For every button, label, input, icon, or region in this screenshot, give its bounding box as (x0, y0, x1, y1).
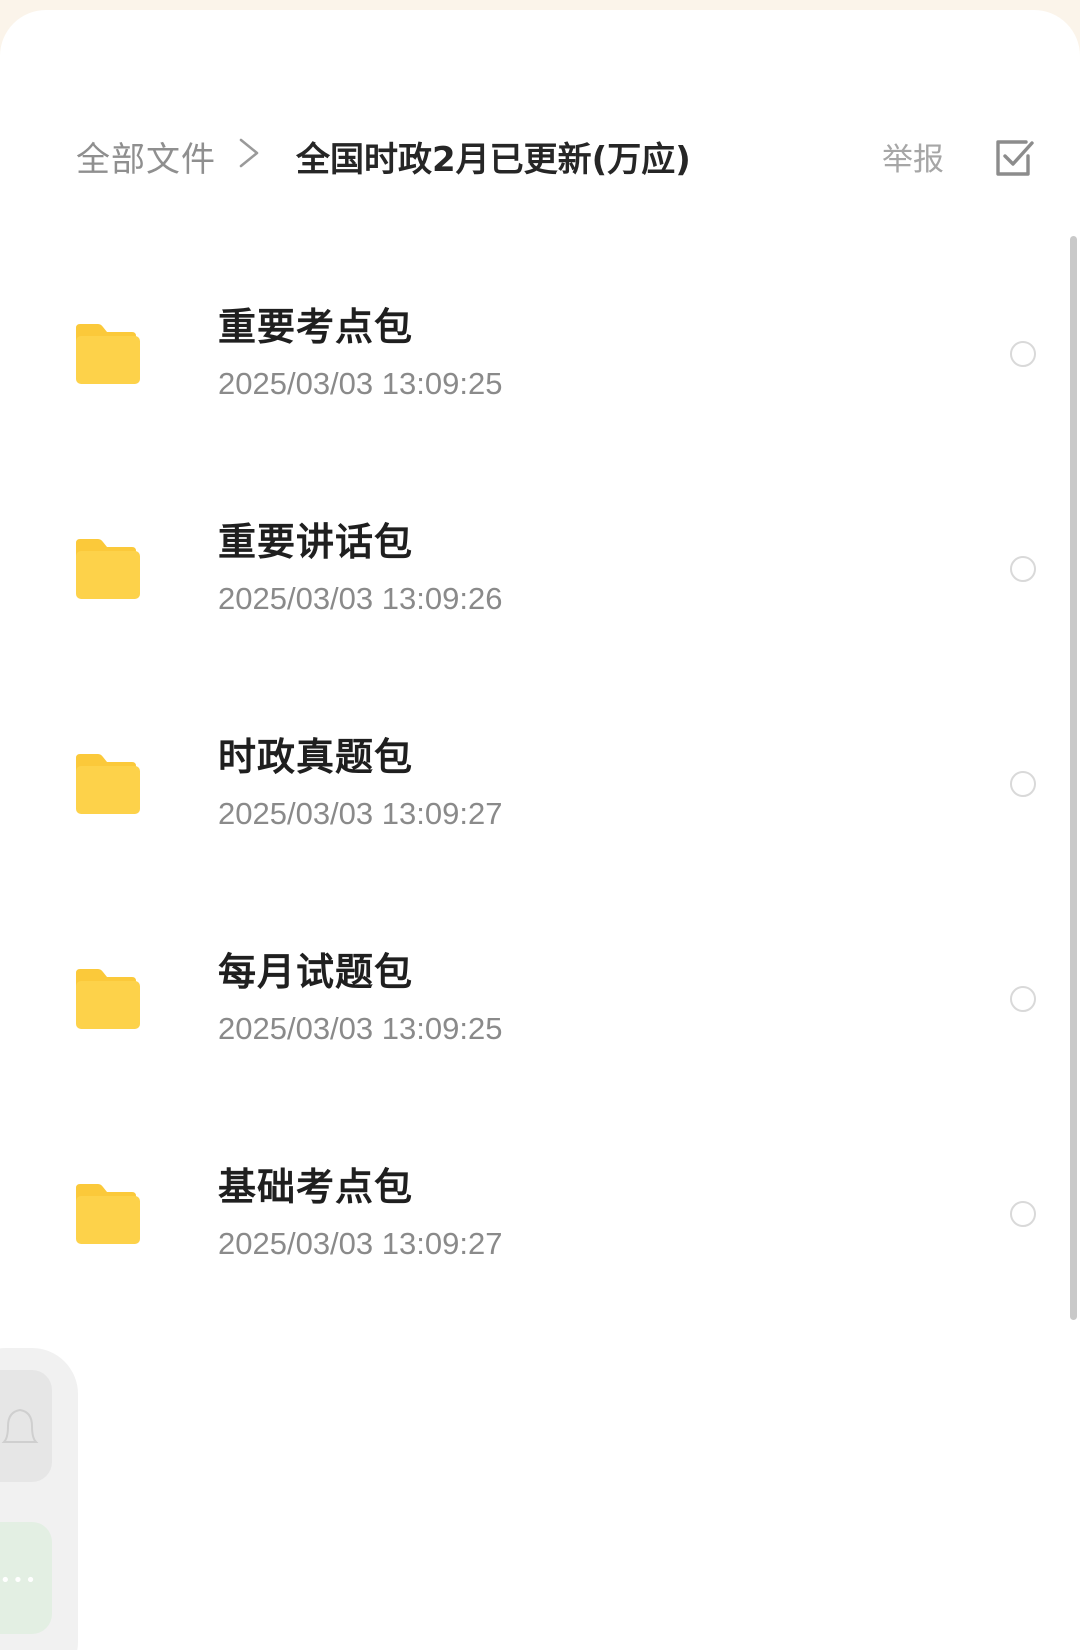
floating-action-button[interactable] (0, 1370, 52, 1482)
folder-icon (76, 539, 140, 599)
select-radio[interactable] (1010, 771, 1036, 797)
list-item[interactable]: 重要讲话包 2025/03/03 13:09:26 (0, 461, 1080, 676)
scrollbar[interactable] (1070, 236, 1077, 1320)
folder-icon (76, 969, 140, 1029)
file-date: 2025/03/03 13:09:25 (218, 366, 503, 401)
folder-icon (76, 1184, 140, 1244)
file-name: 重要考点包 (218, 305, 414, 349)
folder-icon (76, 324, 140, 384)
select-radio[interactable] (1010, 1201, 1036, 1227)
more-button[interactable]: ••• (0, 1522, 52, 1634)
select-radio[interactable] (1010, 986, 1036, 1012)
checkbox-select-icon[interactable] (990, 134, 1036, 180)
file-name: 基础考点包 (218, 1165, 414, 1209)
select-radio[interactable] (1010, 556, 1036, 582)
list-item[interactable]: 重要考点包 2025/03/03 13:09:25 (0, 246, 1080, 461)
file-browser-sheet: 全部文件 全国时政2月已更新(万应) 举报 重要考点包 2025/03/03 1… (0, 10, 1080, 1650)
chevron-right-icon (239, 138, 259, 168)
file-name: 每月试题包 (218, 950, 414, 994)
file-date: 2025/03/03 13:09:27 (218, 1226, 503, 1261)
file-date: 2025/03/03 13:09:25 (218, 1011, 503, 1046)
bell-icon (1, 1408, 39, 1443)
breadcrumb: 全部文件 全国时政2月已更新(万应) 举报 (0, 118, 1080, 190)
list-item[interactable]: 时政真题包 2025/03/03 13:09:27 (0, 676, 1080, 891)
report-button[interactable]: 举报 (882, 134, 944, 179)
file-list: 重要考点包 2025/03/03 13:09:25 重要讲话包 2025/03/… (0, 246, 1080, 1321)
file-name: 时政真题包 (218, 735, 414, 779)
more-dots-icon: ••• (0, 1570, 38, 1591)
breadcrumb-current: 全国时政2月已更新(万应) (296, 140, 691, 180)
scrollbar-thumb[interactable] (1070, 236, 1077, 1320)
list-item[interactable]: 每月试题包 2025/03/03 13:09:25 (0, 891, 1080, 1106)
select-radio[interactable] (1010, 341, 1036, 367)
list-item[interactable]: 基础考点包 2025/03/03 13:09:27 (0, 1106, 1080, 1321)
file-name: 重要讲话包 (218, 520, 414, 564)
file-date: 2025/03/03 13:09:27 (218, 796, 503, 831)
folder-icon (76, 754, 140, 814)
file-date: 2025/03/03 13:09:26 (218, 581, 503, 616)
breadcrumb-root[interactable]: 全部文件 (76, 132, 216, 181)
